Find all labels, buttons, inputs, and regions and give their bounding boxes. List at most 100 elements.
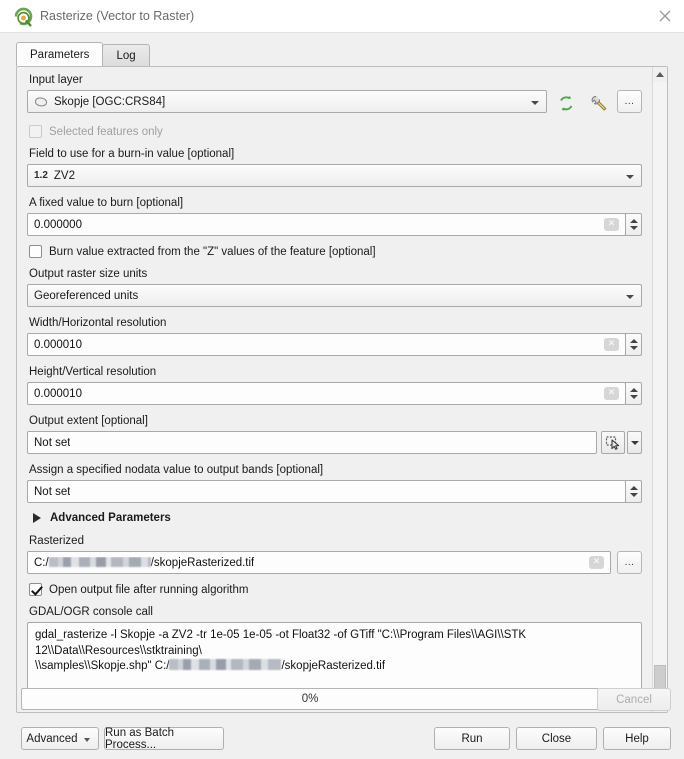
run-as-batch-button[interactable]: Run as Batch Process... <box>104 727 224 750</box>
help-button[interactable]: Help <box>603 727 671 750</box>
width-resolution-text: 0.000010 <box>34 339 82 351</box>
height-resolution-row: Height/Vertical resolution 0.000010 ✕ <box>27 365 642 405</box>
height-resolution-label: Height/Vertical resolution <box>29 365 642 379</box>
parameters-content: Input layer Skopje [OGC:CRS84] <box>17 67 652 712</box>
burn-field-value: ZV2 <box>54 170 75 182</box>
nodata-value-input[interactable]: Not set <box>27 480 626 503</box>
output-extent-dropdown[interactable] <box>627 431 642 454</box>
parameters-pane: Input layer Skopje [OGC:CRS84] <box>16 66 668 713</box>
burn-field-row: Field to use for a burn-in value [option… <box>27 147 642 187</box>
tab-strip: Parameters Log <box>16 43 149 66</box>
chevron-down-icon <box>631 441 639 445</box>
advanced-button[interactable]: Advanced <box>21 727 99 750</box>
clear-icon[interactable]: ✕ <box>589 556 604 569</box>
selected-features-only-box <box>29 125 42 138</box>
console-line2-suffix: /skopjeRasterized.tif <box>281 660 385 672</box>
chevron-down-icon <box>626 175 634 179</box>
rasterized-output-input[interactable]: C:/ /skopjeRasterized.tif ✕ <box>27 551 611 574</box>
burn-z-values-label: Burn value extracted from the "Z" values… <box>49 246 376 258</box>
clear-icon[interactable]: ✕ <box>604 338 619 351</box>
burn-z-values-checkbox[interactable]: Burn value extracted from the "Z" values… <box>29 245 642 258</box>
footer-bar: 0% Cancel Advanced Run as Batch Process.… <box>0 680 684 759</box>
fixed-value-input[interactable]: 0.000000 ✕ <box>27 213 626 236</box>
output-extent-input[interactable]: Not set <box>27 431 597 454</box>
input-layer-row: Input layer Skopje [OGC:CRS84] <box>27 73 642 116</box>
triangle-right-icon <box>33 513 41 523</box>
window-title: Rasterize (Vector to Raster) <box>40 9 194 23</box>
rasterized-browse-label: ... <box>625 557 635 568</box>
fixed-value-stepper[interactable] <box>625 213 642 236</box>
nodata-value-text: Not set <box>34 486 70 498</box>
clear-icon[interactable]: ✕ <box>604 218 619 231</box>
burn-z-values-box[interactable] <box>29 245 42 258</box>
tab-parameters[interactable]: Parameters <box>16 42 103 66</box>
input-layer-combo[interactable]: Skopje [OGC:CRS84] <box>27 90 547 113</box>
input-layer-browse-button[interactable]: ... <box>617 90 642 113</box>
redacted-path <box>169 659 281 670</box>
scroll-up-icon[interactable] <box>653 67 667 82</box>
refresh-icon[interactable] <box>553 90 579 116</box>
console-call-line1: gdal_rasterize -l Skopje -a ZV2 -tr 1e-0… <box>35 628 634 659</box>
cancel-label: Cancel <box>616 694 652 706</box>
chevron-down-icon <box>531 101 539 105</box>
width-resolution-label: Width/Horizontal resolution <box>29 316 642 330</box>
progress-text: 0% <box>302 693 319 705</box>
chevron-down-icon <box>84 738 90 742</box>
output-extent-row: Output extent [optional] Not set <box>27 414 642 454</box>
chevron-down-icon <box>626 295 634 299</box>
rasterized-path-suffix: /skopjeRasterized.tif <box>151 557 255 569</box>
qgis-logo-icon <box>13 6 34 27</box>
progress-bar: 0% <box>21 688 599 710</box>
fixed-value-label: A fixed value to burn [optional] <box>29 196 642 210</box>
rasterized-path-prefix: C:/ <box>34 557 49 569</box>
dialog-body: Parameters Log Input layer <box>0 32 684 759</box>
extent-select-icon[interactable] <box>601 431 625 454</box>
rasterized-output-value: C:/ /skopjeRasterized.tif <box>34 557 254 569</box>
console-call-line2: \\samples\\Skopje.shp" C://skopjeRasteri… <box>35 659 634 675</box>
batch-label: Run as Batch Process... <box>105 727 223 751</box>
selected-features-only-label: Selected features only <box>49 126 163 138</box>
tab-log[interactable]: Log <box>102 44 149 66</box>
open-output-box[interactable] <box>29 583 42 596</box>
help-label: Help <box>625 733 649 745</box>
input-layer-label: Input layer <box>29 73 642 87</box>
advanced-parameters-toggle[interactable]: Advanced Parameters <box>33 512 642 524</box>
size-units-label: Output raster size units <box>29 267 642 281</box>
size-units-combo[interactable]: Georeferenced units <box>27 284 642 307</box>
open-output-checkbox[interactable]: Open output file after running algorithm <box>29 583 642 596</box>
vertical-scrollbar[interactable] <box>652 67 667 712</box>
nodata-value-label: Assign a specified nodata value to outpu… <box>29 463 642 477</box>
run-button[interactable]: Run <box>434 727 510 750</box>
close-icon[interactable] <box>656 7 674 25</box>
field-type-badge: 1.2 <box>34 170 48 181</box>
wrench-icon[interactable] <box>585 90 611 116</box>
clear-icon[interactable]: ✕ <box>604 387 619 400</box>
fixed-value-text: 0.000000 <box>34 219 82 231</box>
height-resolution-input[interactable]: 0.000010 ✕ <box>27 382 626 405</box>
rasterize-dialog: Rasterize (Vector to Raster) ✕ Rasterize… <box>0 0 684 759</box>
cancel-button[interactable]: Cancel <box>597 688 671 711</box>
open-output-label: Open output file after running algorithm <box>49 584 248 596</box>
output-extent-value: Not set <box>34 437 70 449</box>
advanced-parameters-label: Advanced Parameters <box>50 512 171 524</box>
close-button[interactable]: Close <box>516 727 597 750</box>
tab-parameters-label: Parameters <box>30 49 89 61</box>
fixed-value-row: A fixed value to burn [optional] 0.00000… <box>27 196 642 236</box>
title-bar: Rasterize (Vector to Raster) <box>0 0 684 32</box>
advanced-label: Advanced <box>26 733 77 745</box>
height-resolution-text: 0.000010 <box>34 388 82 400</box>
size-units-row: Output raster size units Georeferenced u… <box>27 267 642 307</box>
tab-log-label: Log <box>116 50 135 62</box>
input-layer-value: Skopje [OGC:CRS84] <box>54 96 165 108</box>
output-extent-label: Output extent [optional] <box>29 414 642 428</box>
close-label: Close <box>542 733 571 745</box>
run-label: Run <box>461 733 482 745</box>
height-resolution-stepper[interactable] <box>625 382 642 405</box>
nodata-value-stepper[interactable] <box>625 480 642 503</box>
width-resolution-stepper[interactable] <box>625 333 642 356</box>
console-call-label: GDAL/OGR console call <box>29 605 642 619</box>
width-resolution-input[interactable]: 0.000010 ✕ <box>27 333 626 356</box>
burn-field-combo[interactable]: 1.2 ZV2 <box>27 164 642 187</box>
nodata-value-row: Assign a specified nodata value to outpu… <box>27 463 642 503</box>
rasterized-output-browse-button[interactable]: ... <box>617 551 642 574</box>
